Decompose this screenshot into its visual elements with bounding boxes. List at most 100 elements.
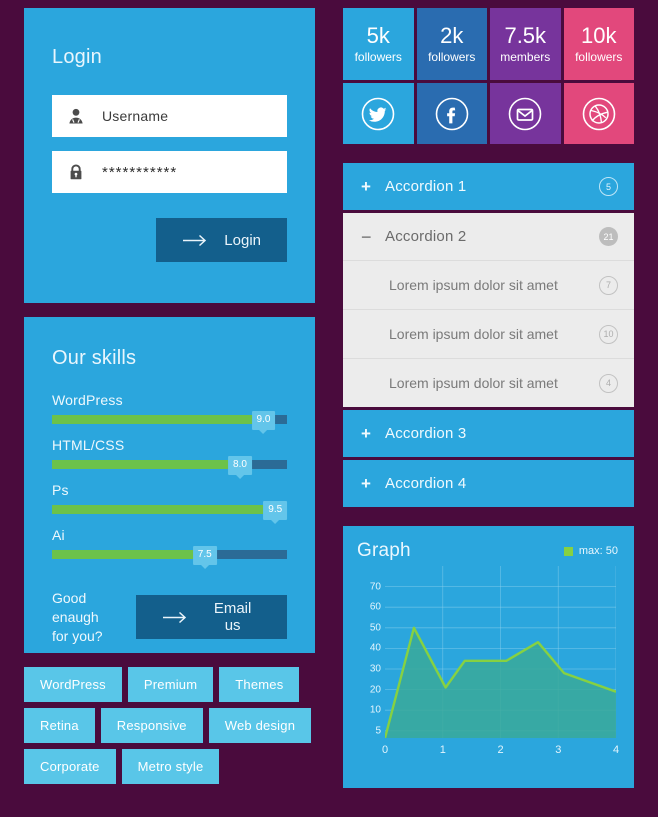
skill-fill (52, 460, 240, 469)
graph-legend: max: 50 (563, 545, 618, 557)
tag-item[interactable]: Corporate (24, 749, 116, 784)
skill-track: 9.5 (52, 501, 288, 520)
email-icon[interactable] (490, 83, 561, 144)
counter-number: 5k (366, 22, 390, 48)
accordion: + Accordion 1 5 − Accordion 2 21 Lorem i… (343, 163, 634, 507)
accordion-header-2[interactable]: − Accordion 2 21 (343, 213, 634, 260)
social-counter-twitter: 5k followers (343, 8, 414, 80)
y-axis-tick: 20 (369, 684, 381, 696)
graph-title: Graph (357, 540, 411, 561)
tag-cloud: WordPress Premium Themes Retina Responsi… (24, 667, 315, 784)
skill-value-tooltip: 9.0 (251, 411, 276, 430)
skill-track: 8.0 (52, 456, 287, 475)
skill-label: Ai (52, 527, 65, 543)
tag-item[interactable]: Retina (24, 708, 95, 743)
skills-title: Our skills (52, 347, 137, 369)
skills-panel: Our skills WordPress 9.0 HTML/CSS 8.0 Ps (24, 317, 315, 653)
graph-header: Graph max: 50 (357, 540, 618, 562)
y-axis-tick: 10 (369, 704, 381, 716)
social-tiles: 5k followers 2k followers 7.5k members 1… (343, 8, 634, 144)
accordion-header-3[interactable]: + Accordion 3 (343, 410, 634, 457)
skills-question-line1: Good enaugh (52, 590, 99, 625)
skill-track: 9.0 (52, 411, 287, 430)
password-value: *********** (102, 163, 178, 181)
skill-label: Ps (52, 482, 69, 498)
left-column: Login Username *********** Login Our ski… (24, 8, 315, 784)
y-axis-tick: 70 (369, 581, 381, 593)
accordion-sub-item[interactable]: Lorem ipsum dolor sit amet 10 (343, 309, 634, 358)
accordion-badge: 5 (599, 177, 618, 196)
legend-swatch-icon (563, 546, 573, 556)
graph-panel: Graph max: 50 5 10 20 30 40 50 60 70 0 1 2 3 4 (343, 526, 634, 788)
skills-question-line2: for you? (52, 627, 103, 644)
login-button-row: Login (52, 218, 287, 262)
login-submit-label: Login (224, 231, 261, 249)
tag-item[interactable]: Premium (127, 667, 214, 702)
skill-track: 7.5 (52, 546, 287, 565)
plot-area: 5 10 20 30 40 50 60 70 0 1 2 3 4 (357, 566, 620, 766)
tag-item[interactable]: Responsive (100, 708, 203, 743)
x-axis-tick: 0 (381, 744, 389, 756)
counter-number: 10k (581, 22, 617, 48)
y-axis-tick: 30 (369, 663, 381, 675)
skill-label: WordPress (52, 392, 123, 408)
right-column: 5k followers 2k followers 7.5k members 1… (343, 8, 634, 788)
x-axis-tick: 1 (439, 744, 446, 756)
accordion-header-1[interactable]: + Accordion 1 5 (343, 163, 634, 210)
email-us-button[interactable]: Email us (136, 595, 287, 640)
y-axis-tick: 40 (369, 642, 381, 654)
accordion-sub-item-label: Lorem ipsum dolor sit amet (389, 277, 558, 293)
accordion-header-4[interactable]: + Accordion 4 (343, 460, 634, 507)
x-axis-tick: 4 (612, 744, 620, 756)
x-axis-tick: 3 (555, 744, 562, 756)
counter-number: 2k (440, 22, 464, 48)
accordion-sub-item[interactable]: Lorem ipsum dolor sit amet 7 (343, 260, 634, 309)
twitter-icon[interactable] (343, 83, 414, 144)
skill-label: HTML/CSS (52, 437, 125, 453)
dribbble-icon[interactable] (563, 83, 634, 144)
chart-canvas (385, 566, 616, 738)
arrow-right-icon (162, 611, 188, 624)
skill-value-tooltip: 7.5 (192, 546, 217, 565)
skill-fill (52, 505, 276, 514)
x-axis-tick: 2 (497, 744, 504, 756)
counter-label: members (500, 50, 551, 65)
login-title: Login (52, 46, 102, 68)
accordion-sub-item[interactable]: Lorem ipsum dolor sit amet 4 (343, 358, 634, 407)
x-axis-labels: 0 1 2 3 4 (381, 744, 620, 760)
lock-icon (64, 160, 88, 184)
login-panel: Login Username *********** Login (24, 8, 315, 303)
password-field[interactable]: *********** (52, 151, 287, 193)
social-counter-email: 7.5k members (490, 8, 561, 80)
counter-label: followers (354, 50, 402, 65)
skill-value-tooltip: 9.5 (263, 501, 288, 520)
counter-label: followers (575, 50, 623, 65)
username-field[interactable]: Username (52, 95, 287, 137)
skill-fill (52, 415, 264, 424)
y-axis-tick: 5 (375, 725, 381, 737)
email-us-label: Email us (213, 600, 252, 635)
tag-item[interactable]: WordPress (24, 667, 122, 702)
tag-item[interactable]: Web design (208, 708, 312, 743)
accordion-title: Accordion 2 (385, 228, 467, 245)
counter-label: followers (428, 50, 476, 65)
accordion-sub-item-label: Lorem ipsum dolor sit amet (389, 375, 558, 391)
tag-item[interactable]: Themes (219, 667, 300, 702)
y-axis-tick: 50 (369, 622, 381, 634)
accordion-title: Accordion 1 (385, 178, 467, 195)
accordion-sub-item-badge: 10 (599, 324, 618, 344)
user-icon (64, 104, 88, 128)
username-value: Username (102, 108, 169, 124)
skill-value-tooltip: 8.0 (228, 456, 252, 475)
legend-label: max: 50 (578, 545, 618, 557)
y-axis-tick: 60 (369, 601, 381, 613)
login-submit-button[interactable]: Login (156, 218, 287, 262)
plus-icon: + (361, 177, 371, 196)
plus-icon: + (361, 424, 371, 443)
counter-number: 7.5k (504, 22, 547, 48)
tag-item[interactable]: Metro style (121, 749, 220, 784)
skill-row: Ai 7.5 (52, 527, 287, 565)
accordion-title: Accordion 4 (385, 475, 467, 492)
social-counter-dribbble: 10k followers (563, 8, 634, 80)
facebook-icon[interactable] (416, 83, 487, 144)
